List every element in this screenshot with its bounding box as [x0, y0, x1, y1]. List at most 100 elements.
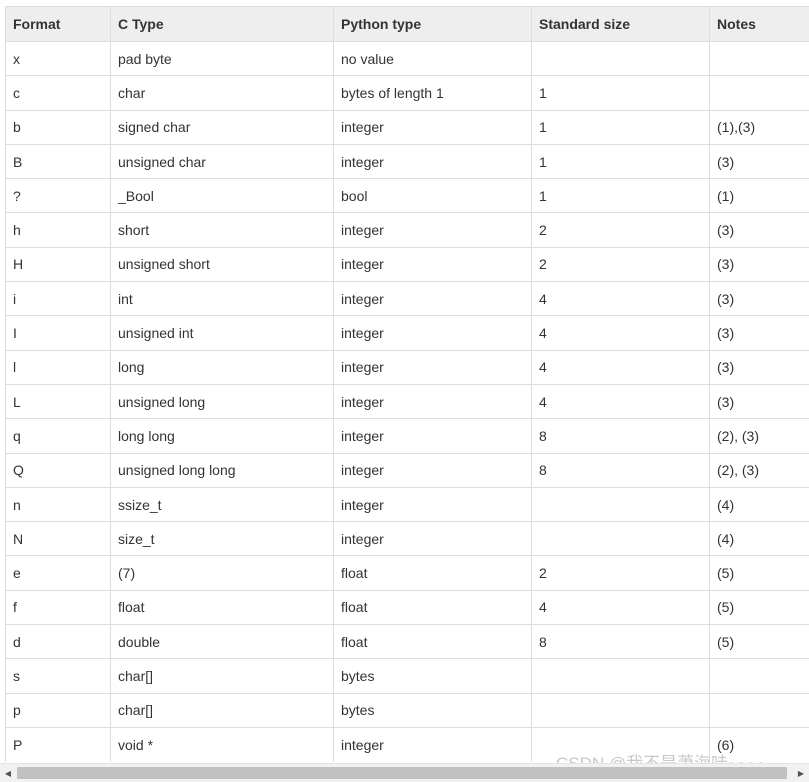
table-row: ddoublefloat8(5) — [6, 625, 809, 659]
table-row: Nsize_tinteger (4) — [6, 522, 809, 556]
cell-c-type: pad byte — [111, 42, 334, 76]
cell-standard-size: 1 — [532, 76, 710, 110]
cell-notes: (6) — [710, 727, 809, 762]
cell-python-type: bool — [334, 179, 532, 213]
cell-notes: (3) — [710, 316, 809, 350]
cell-standard-size: 2 — [532, 556, 710, 590]
scrollbar-thumb[interactable] — [17, 767, 787, 779]
header-notes: Notes — [710, 7, 809, 42]
cell-notes — [710, 659, 809, 693]
cell-python-type: integer — [334, 213, 532, 247]
cell-c-type: _Bool — [111, 179, 334, 213]
horizontal-scrollbar[interactable]: ◀ ▶ — [0, 763, 809, 782]
cell-notes: (3) — [710, 384, 809, 418]
cell-notes: (3) — [710, 350, 809, 384]
cell-notes: (2), (3) — [710, 453, 809, 487]
cell-format: b — [6, 110, 111, 144]
cell-format: N — [6, 522, 111, 556]
cell-standard-size — [532, 42, 710, 76]
cell-format: q — [6, 419, 111, 453]
cell-c-type: unsigned long long — [111, 453, 334, 487]
cell-format: B — [6, 144, 111, 178]
cell-format: I — [6, 316, 111, 350]
cell-notes: (3) — [710, 213, 809, 247]
cell-python-type: integer — [334, 419, 532, 453]
cell-python-type: float — [334, 556, 532, 590]
cell-python-type: bytes — [334, 693, 532, 727]
table-row: ccharbytes of length 11 — [6, 76, 809, 110]
cell-notes — [710, 76, 809, 110]
cell-notes: (3) — [710, 144, 809, 178]
cell-notes: (4) — [710, 522, 809, 556]
cell-format: i — [6, 282, 111, 316]
cell-python-type: integer — [334, 453, 532, 487]
cell-c-type: (7) — [111, 556, 334, 590]
cell-standard-size: 8 — [532, 625, 710, 659]
scroll-left-icon[interactable]: ◀ — [0, 764, 16, 782]
table-row: schar[]bytes — [6, 659, 809, 693]
cell-c-type: void * — [111, 727, 334, 762]
cell-format: H — [6, 247, 111, 281]
cell-notes: (3) — [710, 282, 809, 316]
cell-standard-size: 1 — [532, 144, 710, 178]
format-characters-table: Format C Type Python type Standard size … — [5, 6, 809, 762]
cell-standard-size — [532, 693, 710, 727]
cell-c-type: size_t — [111, 522, 334, 556]
table-row: ffloatfloat4(5) — [6, 590, 809, 624]
cell-python-type: integer — [334, 282, 532, 316]
cell-notes: (5) — [710, 625, 809, 659]
cell-c-type: ssize_t — [111, 487, 334, 521]
cell-notes: (1) — [710, 179, 809, 213]
cell-python-type: float — [334, 590, 532, 624]
table-row: e(7)float2(5) — [6, 556, 809, 590]
cell-format: x — [6, 42, 111, 76]
header-standard-size: Standard size — [532, 7, 710, 42]
cell-standard-size: 1 — [532, 179, 710, 213]
table-header-row: Format C Type Python type Standard size … — [6, 7, 809, 42]
table-row: hshortinteger2(3) — [6, 213, 809, 247]
cell-format: s — [6, 659, 111, 693]
cell-standard-size: 2 — [532, 247, 710, 281]
cell-c-type: char[] — [111, 659, 334, 693]
table-row: pchar[]bytes — [6, 693, 809, 727]
cell-standard-size — [532, 727, 710, 762]
cell-format: f — [6, 590, 111, 624]
format-table-container: Format C Type Python type Standard size … — [5, 6, 809, 762]
cell-notes: (2), (3) — [710, 419, 809, 453]
cell-python-type: integer — [334, 144, 532, 178]
cell-c-type: unsigned int — [111, 316, 334, 350]
cell-standard-size: 8 — [532, 453, 710, 487]
table-row: ?_Boolbool1(1) — [6, 179, 809, 213]
cell-python-type: integer — [334, 110, 532, 144]
cell-python-type: integer — [334, 487, 532, 521]
cell-notes — [710, 42, 809, 76]
header-python-type: Python type — [334, 7, 532, 42]
cell-c-type: signed char — [111, 110, 334, 144]
cell-c-type: long — [111, 350, 334, 384]
table-row: Iunsigned intinteger4(3) — [6, 316, 809, 350]
cell-python-type: integer — [334, 522, 532, 556]
cell-standard-size: 4 — [532, 590, 710, 624]
cell-standard-size — [532, 522, 710, 556]
cell-python-type: integer — [334, 727, 532, 762]
cell-notes: (5) — [710, 556, 809, 590]
cell-format: L — [6, 384, 111, 418]
cell-standard-size: 4 — [532, 384, 710, 418]
table-row: bsigned charinteger1(1),(3) — [6, 110, 809, 144]
header-c-type: C Type — [111, 7, 334, 42]
scroll-right-icon[interactable]: ▶ — [793, 764, 809, 782]
cell-c-type: double — [111, 625, 334, 659]
cell-format: p — [6, 693, 111, 727]
cell-format: Q — [6, 453, 111, 487]
cell-notes: (5) — [710, 590, 809, 624]
cell-python-type: no value — [334, 42, 532, 76]
cell-standard-size: 8 — [532, 419, 710, 453]
cell-python-type: integer — [334, 350, 532, 384]
cell-c-type: unsigned long — [111, 384, 334, 418]
cell-c-type: int — [111, 282, 334, 316]
table-row: Bunsigned charinteger1(3) — [6, 144, 809, 178]
cell-c-type: short — [111, 213, 334, 247]
cell-notes: (1),(3) — [710, 110, 809, 144]
cell-python-type: bytes of length 1 — [334, 76, 532, 110]
cell-standard-size — [532, 487, 710, 521]
